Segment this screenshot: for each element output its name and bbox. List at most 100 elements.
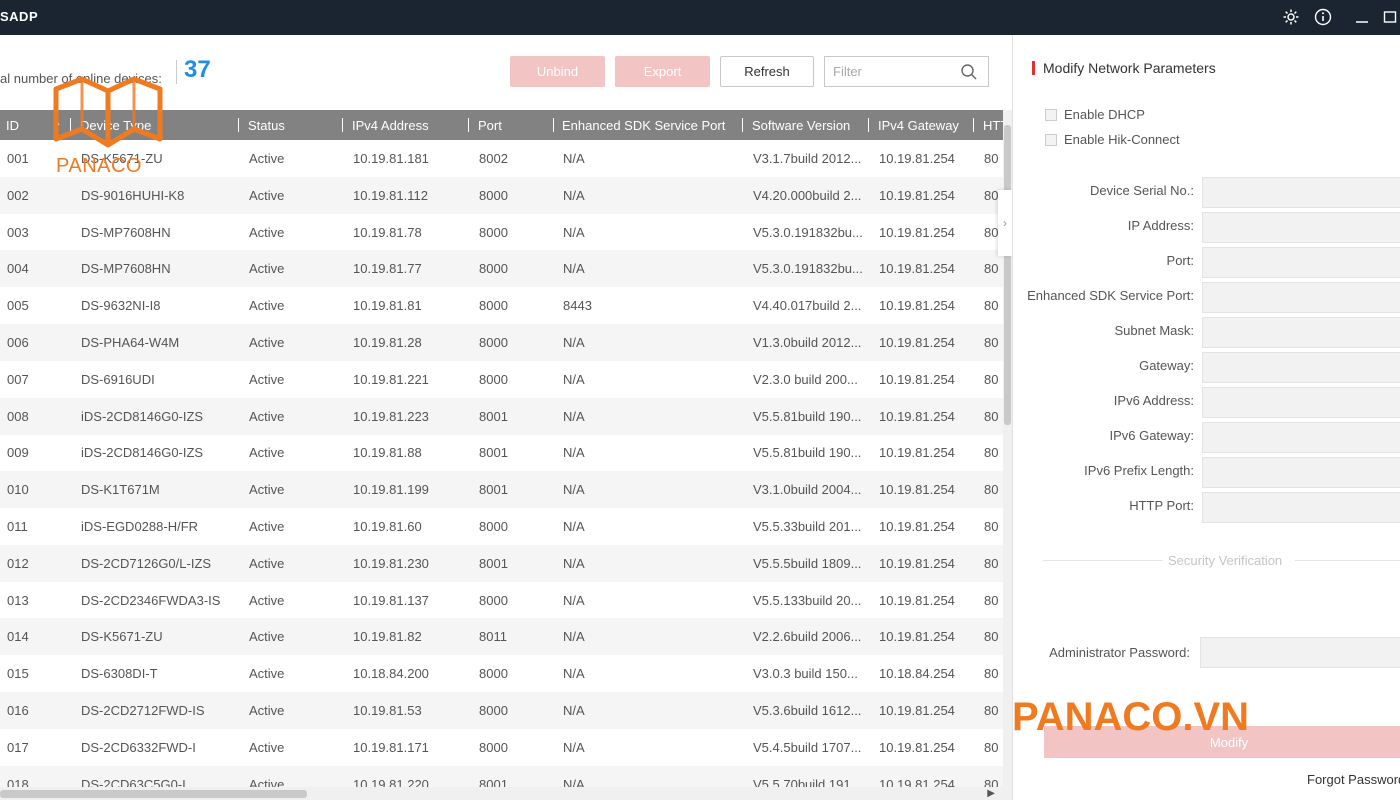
table-cell: 8000 [479,298,508,314]
column-header[interactable]: ID [6,118,19,133]
horizontal-scroll-thumb[interactable] [0,790,307,798]
form-field-input[interactable] [1202,177,1400,208]
table-cell: 8000 [479,592,508,608]
table-row[interactable]: 011 iDS-EGD0288-H/FR Active 10.19.81.60 8000… [0,508,1003,545]
table-cell: 10.19.81.60 [353,519,422,534]
table-row[interactable]: 005 DS-9632NI-I8 Active 10.19.81.81 8000 8443… [0,287,1003,324]
admin-password-field[interactable] [1200,637,1400,668]
form-field-input[interactable] [1202,247,1400,278]
table-cell: 017 [7,739,29,755]
table-cell: 80 [984,482,999,498]
panel-title: Modify Network Parameters [1043,60,1216,76]
table-row[interactable]: 015 DS-6308DI-T Active 10.18.84.200 8000 N/A V… [0,655,1003,692]
table-cell: 80 [984,666,999,682]
filter-input[interactable] [825,57,955,86]
form-field-input[interactable] [1202,422,1400,453]
column-separator[interactable] [468,118,469,132]
table-cell: 011 [7,519,28,534]
table-cell: Active [249,371,285,387]
table-row[interactable]: 008 iDS-2CD8146G0-IZS Active 10.19.81.223 80… [0,397,1003,435]
column-separator[interactable] [868,118,869,132]
table-cell: 80 [984,592,999,608]
column-separator[interactable] [342,118,343,132]
column-header[interactable]: IPv4 Gateway [878,118,959,133]
table-cell: 10.19.81.223 [353,408,429,424]
table-cell: 80 [984,151,999,166]
gear-icon[interactable] [1281,7,1301,27]
table-row[interactable]: 012 DS-2CD7126G0/L-IZS Active 10.19.81.230 8… [0,544,1003,582]
table-row[interactable]: 003 DS-MP7608HN Active 10.19.81.78 8000 N/A V5… [0,214,1003,251]
table-cell: N/A [563,519,585,534]
column-header[interactable]: HTT [983,118,1003,133]
form-field-input[interactable] [1202,457,1400,488]
table-cell: DS-9632NI-I8 [81,298,161,314]
table-row[interactable]: 009 iDS-2CD8146G0-IZS Active 10.19.81.88 800… [0,434,1003,471]
table-cell: DS-2CD7126G0/L-IZS [81,555,212,571]
refresh-button[interactable]: Refresh [720,56,814,87]
maximize-icon[interactable] [1380,7,1400,27]
table-cell: N/A [563,187,585,203]
table-row[interactable]: 018 DS-2CD63C5G0-I Active 10.19.81.220 8001 N… [0,765,1003,788]
table-row[interactable]: 017 DS-2CD6332FWD-I Active 10.19.81.171 8000… [0,729,1003,766]
column-separator[interactable] [238,118,239,132]
table-cell: 10.19.81.254 [879,739,955,755]
minimize-icon[interactable] [1352,7,1372,27]
vertical-scroll-thumb[interactable] [1004,125,1011,425]
table-row[interactable]: 016 DS-2CD2712FWD-IS Active 10.19.81.53 8000… [0,692,1003,729]
table-cell: 10.19.81.254 [879,371,955,387]
form-field-input[interactable] [1202,387,1400,418]
form-field-input[interactable] [1202,282,1400,313]
table-cell: 10.19.81.254 [879,408,955,424]
table-cell: 005 [7,298,29,314]
table-cell: N/A [563,739,585,755]
column-separator[interactable] [742,118,743,132]
form-field-input[interactable] [1202,492,1400,523]
form-field-input[interactable] [1202,352,1400,383]
table-cell: 80 [984,261,999,277]
unbind-button[interactable]: Unbind [510,56,605,87]
table-cell: 8011 [479,629,507,645]
scroll-right-arrow-icon[interactable]: ▶ [987,788,995,799]
form-field-label: HTTP Port: [1129,498,1194,513]
table-cell: 10.19.81.254 [879,519,955,534]
form-field-input[interactable] [1202,317,1400,348]
column-separator[interactable] [973,118,974,132]
table-cell: 80 [984,445,999,461]
table-row[interactable]: 013 DS-2CD2346FWDA3-IS Active 10.19.81.137 8… [0,582,1003,619]
column-header[interactable]: Port [478,118,502,133]
table-cell: 8000 [479,187,508,203]
enable-hik-connect-checkbox[interactable] [1045,133,1057,146]
column-header[interactable]: Status [248,118,285,133]
table-cell: 10.19.81.254 [879,445,955,461]
forgot-password-link[interactable]: Forgot Password [1307,772,1400,787]
table-cell: 8000 [479,261,508,277]
horizontal-scrollbar[interactable]: ▶ [0,787,1003,800]
form-field-input[interactable] [1202,212,1400,243]
column-header[interactable]: IPv4 Address [352,118,429,133]
table-cell: 8001 [479,482,508,498]
table-cell: V5.5.133build 20... [753,592,862,608]
table-row[interactable]: 007 DS-6916UDI Active 10.19.81.221 8000 N/A V2… [0,361,1003,398]
table-row[interactable]: 006 DS-PHA64-W4M Active 10.19.81.28 8000 N/A V… [0,324,1003,361]
collapse-panel-chevron-icon[interactable]: › [998,190,1012,256]
search-icon[interactable] [960,63,978,86]
table-cell: DS-K5671-ZU [81,629,163,645]
table-cell: 80 [984,298,999,314]
form-field-label: IP Address: [1127,218,1194,233]
table-cell: 8002 [479,151,508,166]
column-header[interactable]: Software Version [752,118,850,133]
table-cell: 80 [984,224,999,240]
table-cell: 8001 [479,555,508,571]
enable-dhcp-checkbox[interactable] [1045,108,1057,121]
table-cell: Active [249,445,285,461]
table-cell: DS-6916UDI [81,371,155,387]
column-header[interactable]: Enhanced SDK Service Port [562,118,725,133]
table-row[interactable]: 010 DS-K1T671M Active 10.19.81.199 8001 N/A V3… [0,471,1003,509]
export-button[interactable]: Export [615,56,710,87]
info-icon[interactable] [1313,7,1333,27]
table-row[interactable]: 002 DS-9016HUHI-K8 Active 10.19.81.112 8000 N… [0,176,1003,214]
table-row[interactable]: 004 DS-MP7608HN Active 10.19.81.77 8000 N/A V5… [0,250,1003,288]
table-row[interactable]: 014 DS-K5671-ZU Active 10.19.81.82 8011 N/A V2… [0,618,1003,656]
table-cell: V1.3.0build 2012... [753,335,862,350]
column-separator[interactable] [553,118,554,132]
